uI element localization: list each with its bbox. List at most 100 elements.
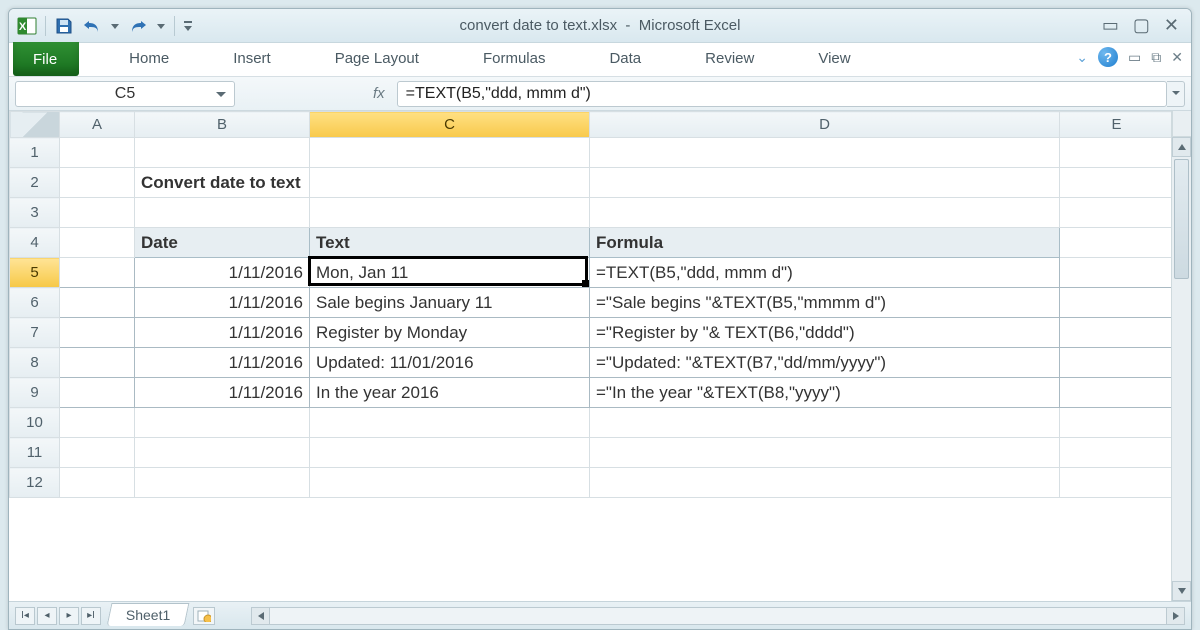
cell-D10[interactable] bbox=[590, 408, 1060, 438]
formula-input[interactable] bbox=[397, 81, 1167, 107]
cell-C6[interactable]: Sale begins January 11 bbox=[310, 288, 590, 318]
minimize-icon[interactable]: ▭ bbox=[1102, 15, 1119, 36]
cell-E1[interactable] bbox=[1060, 138, 1172, 168]
cell-E7[interactable] bbox=[1060, 318, 1172, 348]
tab-page-layout[interactable]: Page Layout bbox=[315, 43, 439, 76]
cell-A3[interactable] bbox=[60, 198, 135, 228]
tab-view[interactable]: View bbox=[798, 43, 870, 76]
row-header-1[interactable]: 1 bbox=[10, 138, 60, 168]
cell-C7[interactable]: Register by Monday bbox=[310, 318, 590, 348]
cell-E9[interactable] bbox=[1060, 378, 1172, 408]
cell-B4[interactable]: Date bbox=[135, 228, 310, 258]
fx-label[interactable]: fx bbox=[367, 85, 391, 102]
cell-A9[interactable] bbox=[60, 378, 135, 408]
tab-home[interactable]: Home bbox=[109, 43, 189, 76]
cell-D1[interactable] bbox=[590, 138, 1060, 168]
col-header-c[interactable]: C bbox=[310, 112, 590, 138]
col-header-a[interactable]: A bbox=[60, 112, 135, 138]
scroll-right-icon[interactable] bbox=[1166, 608, 1184, 624]
cell-E10[interactable] bbox=[1060, 408, 1172, 438]
maximize-icon[interactable]: ▢ bbox=[1133, 15, 1150, 36]
col-header-e[interactable]: E bbox=[1060, 112, 1172, 138]
tab-formulas[interactable]: Formulas bbox=[463, 43, 566, 76]
cell-E5[interactable] bbox=[1060, 258, 1172, 288]
sheet-nav-last-icon[interactable]: ▸I bbox=[81, 607, 101, 625]
close-icon[interactable]: ✕ bbox=[1164, 15, 1179, 36]
cell-D5[interactable]: =TEXT(B5,"ddd, mmm d") bbox=[590, 258, 1060, 288]
cell-B11[interactable] bbox=[135, 438, 310, 468]
vertical-scrollbar[interactable] bbox=[1171, 111, 1191, 601]
ribbon-min-chevron-icon[interactable]: ⌄ bbox=[1076, 49, 1088, 66]
cell-D12[interactable] bbox=[590, 468, 1060, 498]
scroll-down-icon[interactable] bbox=[1172, 581, 1191, 601]
row-header-12[interactable]: 12 bbox=[10, 468, 60, 498]
sheet-nav-next-icon[interactable]: ▸ bbox=[59, 607, 79, 625]
sheet-tab-sheet1[interactable]: Sheet1 bbox=[107, 603, 190, 626]
tab-data[interactable]: Data bbox=[589, 43, 661, 76]
cell-D9[interactable]: ="In the year "&TEXT(B8,"yyyy") bbox=[590, 378, 1060, 408]
cell-B10[interactable] bbox=[135, 408, 310, 438]
cell-C1[interactable] bbox=[310, 138, 590, 168]
cell-E4[interactable] bbox=[1060, 228, 1172, 258]
cell-E6[interactable] bbox=[1060, 288, 1172, 318]
tab-review[interactable]: Review bbox=[685, 43, 774, 76]
cell-D2[interactable] bbox=[590, 168, 1060, 198]
redo-icon[interactable] bbox=[126, 15, 150, 37]
cell-A7[interactable] bbox=[60, 318, 135, 348]
cell-A8[interactable] bbox=[60, 348, 135, 378]
cell-B6[interactable]: 1/11/2016 bbox=[135, 288, 310, 318]
cell-C4[interactable]: Text bbox=[310, 228, 590, 258]
cell-D7[interactable]: ="Register by "& TEXT(B6,"dddd") bbox=[590, 318, 1060, 348]
cell-C3[interactable] bbox=[310, 198, 590, 228]
qat-customize-icon[interactable] bbox=[181, 15, 195, 37]
file-tab[interactable]: File bbox=[13, 42, 79, 76]
doc-restore-icon[interactable]: ⧉ bbox=[1151, 49, 1161, 66]
scroll-thumb[interactable] bbox=[1174, 159, 1189, 279]
cell-A4[interactable] bbox=[60, 228, 135, 258]
cell-A2[interactable] bbox=[60, 168, 135, 198]
cell-C9[interactable]: In the year 2016 bbox=[310, 378, 590, 408]
cell-B12[interactable] bbox=[135, 468, 310, 498]
cell-A12[interactable] bbox=[60, 468, 135, 498]
row-header-5[interactable]: 5 bbox=[10, 258, 60, 288]
doc-close-icon[interactable]: ✕ bbox=[1171, 49, 1183, 66]
cell-B1[interactable] bbox=[135, 138, 310, 168]
cell-E8[interactable] bbox=[1060, 348, 1172, 378]
cell-B5[interactable]: 1/11/2016 bbox=[135, 258, 310, 288]
row-header-3[interactable]: 3 bbox=[10, 198, 60, 228]
cell-D11[interactable] bbox=[590, 438, 1060, 468]
scroll-up-icon[interactable] bbox=[1172, 137, 1191, 157]
cell-A5[interactable] bbox=[60, 258, 135, 288]
formula-bar-expand-icon[interactable] bbox=[1167, 81, 1185, 107]
cell-C11[interactable] bbox=[310, 438, 590, 468]
cell-E12[interactable] bbox=[1060, 468, 1172, 498]
cell-E11[interactable] bbox=[1060, 438, 1172, 468]
help-icon[interactable]: ? bbox=[1098, 47, 1118, 67]
horizontal-scrollbar[interactable] bbox=[251, 607, 1185, 625]
cell-B2[interactable]: Convert date to text bbox=[135, 168, 310, 198]
cell-C2[interactable] bbox=[310, 168, 590, 198]
sheet-nav-prev-icon[interactable]: ◂ bbox=[37, 607, 57, 625]
new-sheet-icon[interactable] bbox=[193, 607, 215, 625]
cell-D3[interactable] bbox=[590, 198, 1060, 228]
scroll-left-icon[interactable] bbox=[252, 608, 270, 624]
row-header-6[interactable]: 6 bbox=[10, 288, 60, 318]
cell-B8[interactable]: 1/11/2016 bbox=[135, 348, 310, 378]
worksheet[interactable]: A B C D E 12Convert date to text34DateTe… bbox=[9, 111, 1171, 601]
sheet-nav-first-icon[interactable]: I◂ bbox=[15, 607, 35, 625]
cell-D4[interactable]: Formula bbox=[590, 228, 1060, 258]
col-header-d[interactable]: D bbox=[590, 112, 1060, 138]
cell-C12[interactable] bbox=[310, 468, 590, 498]
row-header-4[interactable]: 4 bbox=[10, 228, 60, 258]
cell-B7[interactable]: 1/11/2016 bbox=[135, 318, 310, 348]
redo-dropdown-icon[interactable] bbox=[154, 15, 168, 37]
row-header-10[interactable]: 10 bbox=[10, 408, 60, 438]
excel-logo-icon[interactable]: X bbox=[15, 15, 39, 37]
cell-C8[interactable]: Updated: 11/01/2016 bbox=[310, 348, 590, 378]
cell-B3[interactable] bbox=[135, 198, 310, 228]
row-header-7[interactable]: 7 bbox=[10, 318, 60, 348]
cell-A11[interactable] bbox=[60, 438, 135, 468]
cell-A1[interactable] bbox=[60, 138, 135, 168]
cell-E2[interactable] bbox=[1060, 168, 1172, 198]
undo-dropdown-icon[interactable] bbox=[108, 15, 122, 37]
